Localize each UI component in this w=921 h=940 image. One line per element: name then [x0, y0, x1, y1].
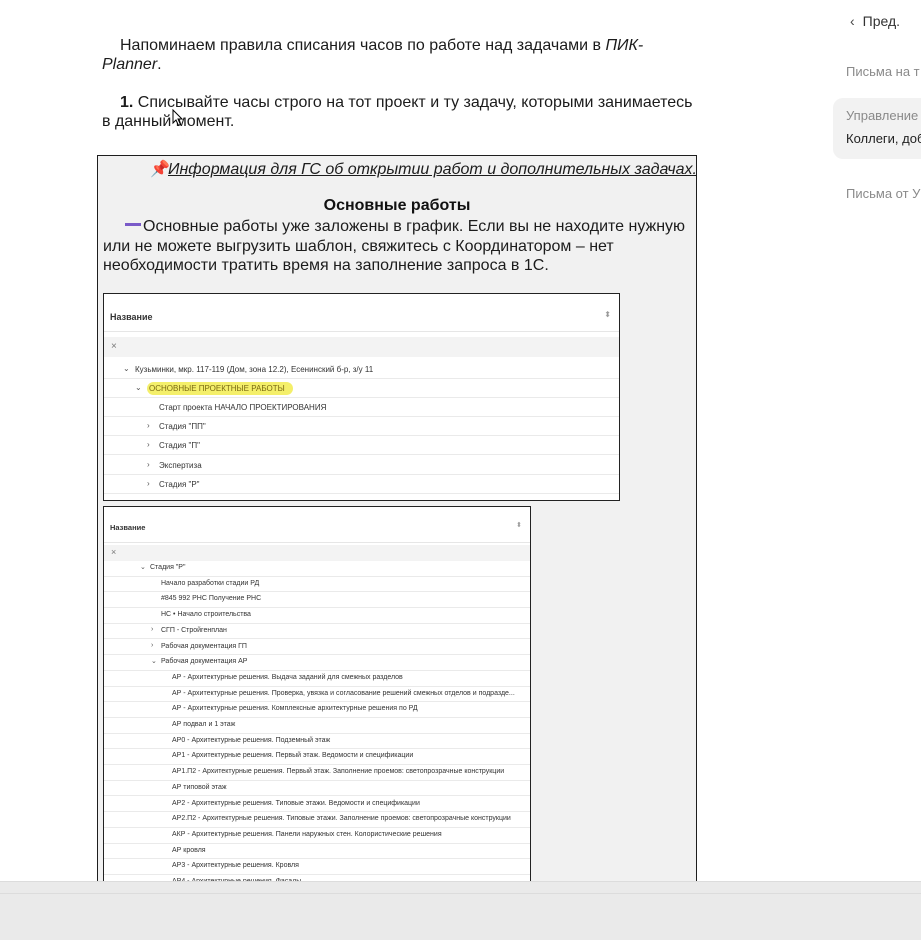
chevron-down-icon[interactable]: ⌄ [135, 383, 142, 392]
clear-filter-icon: × [111, 341, 117, 352]
clear-filter-icon: × [111, 547, 117, 557]
related-mail-3[interactable]: Письма от У [846, 186, 920, 201]
card-title: Управление [846, 108, 919, 123]
row-label: АР2 - Архитектурные решения. Типовые эта… [172, 799, 420, 807]
table-row[interactable]: › Стадия "ПП" [104, 417, 619, 437]
row-label: АР типовой этаж [172, 783, 227, 791]
row-label: Рабочая документация АР [161, 658, 248, 666]
row-label: Стадия "Р" [150, 564, 186, 571]
table-header: Название ⬍ [104, 294, 619, 332]
row-label: Рабочая документация ГП [161, 642, 247, 650]
chevron-right-icon[interactable]: › [151, 642, 153, 649]
table-row[interactable]: ⌄ Кузьминки, мкр. 117-119 (Дом, зона 12.2… [104, 360, 619, 379]
chevron-right-icon[interactable]: › [147, 440, 150, 449]
chevron-right-icon[interactable]: › [151, 626, 153, 633]
row-label: Стадия "Р" [159, 479, 200, 489]
prev-button[interactable]: ‹ Пред. [850, 13, 900, 29]
box-title: Основные работы [323, 197, 471, 214]
row-label: СГП - Стройгенплан [161, 626, 227, 634]
row-label: АР кровля [172, 846, 206, 854]
reminder-text: Напоминаем правила списания часов по раб… [120, 37, 606, 54]
chevron-left-icon: ‹ [850, 13, 855, 29]
pushpin-icon: 📌 [150, 161, 170, 178]
row-label: АР - Архитектурные решения. Проверка, ув… [172, 689, 515, 697]
table-row[interactable]: АР типовой этаж [104, 781, 530, 797]
filter-row: × [104, 545, 530, 561]
table-row[interactable]: › Стадия "П" [104, 436, 619, 456]
row-label: АР подвал и 1 этаж [172, 721, 236, 728]
related-mail-card[interactable]: Управление Коллеги, доб [833, 98, 921, 159]
chevron-right-icon[interactable]: › [147, 479, 150, 488]
filter-row: × [104, 337, 619, 357]
divider [0, 893, 921, 894]
table-row[interactable]: АР подвал и 1 этаж [104, 718, 530, 734]
table-row[interactable]: Начало разработки стадии РД [104, 577, 530, 593]
table-header: Название ⬍ [104, 507, 530, 543]
table-row[interactable]: АР2.П2 - Архитектурные решения. Типовые … [104, 812, 530, 828]
bottom-bar [0, 881, 921, 940]
table-row[interactable]: › Рабочая документация ГП [104, 640, 530, 656]
row-label: АР3 - Архитектурные решения. Кровля [172, 862, 299, 870]
chevron-down-icon[interactable]: ⌄ [140, 563, 146, 571]
table-row[interactable]: › Экспертиза [104, 456, 619, 475]
table-row[interactable]: ⌄ Рабочая документация АР [104, 655, 530, 671]
row-label: Экспертиза [159, 460, 202, 470]
rule-1-paragraph: 1. Списывайте часы строго на тот проект … [102, 93, 702, 131]
table-row[interactable]: АР1.П2 - Архитектурные решения. Первый э… [104, 765, 530, 781]
related-mail-1[interactable]: Письма на т [846, 64, 920, 79]
row-label: ОСНОВНЫЕ ПРОЕКТНЫЕ РАБОТЫ [147, 382, 293, 396]
mail-body: Напоминаем правила списания часов по раб… [0, 0, 820, 881]
row-label: Стадия "ПП" [159, 422, 206, 432]
table-row[interactable]: › СГП - Стройгенплан [104, 624, 530, 640]
table-row[interactable]: АКР - Архитектурные решения. Панели нару… [104, 828, 530, 844]
table-row[interactable]: АР3 - Архитектурные решения. Кровля [104, 859, 530, 875]
table-row[interactable]: Старт проекта НАЧАЛО ПРОЕКТИРОВАНИЯ [104, 398, 619, 418]
row-label: НС • Начало строительства [161, 611, 251, 619]
mouse-cursor-icon [172, 109, 184, 127]
chevron-down-icon[interactable]: ⌄ [151, 657, 157, 665]
column-title: Название [110, 312, 153, 322]
row-label: #845 992 РНС Получение РНС [161, 595, 262, 603]
table-row[interactable]: НС • Начало строительства [104, 608, 530, 624]
planner-screenshot-2: Название ⬍ × ⌄ Стадия "Р" Начало разработк… [103, 506, 531, 881]
info-link[interactable]: 📌Информация для ГС об открытии работ и д… [150, 159, 697, 179]
table-row[interactable]: АР - Архитектурные решения. Комплексные … [104, 702, 530, 718]
card-subtitle: Коллеги, доб [846, 131, 921, 146]
row-label: Кузьминки, мкр. 117-119 (Дом, зона 12.2)… [135, 365, 374, 374]
dash-icon [125, 223, 141, 227]
box-text: Основные работы уже заложены в график. Е… [103, 218, 686, 274]
rule-number: 1. [120, 94, 134, 111]
rule-text: Списывайте часы строго на тот проект и т… [102, 94, 693, 130]
side-panel: ‹ Пред. Письма на т Управление Коллеги, д… [820, 0, 921, 881]
table-row[interactable]: АР кровля [104, 844, 530, 860]
row-label: АР0 - Архитектурные решения. Подземный э… [172, 736, 331, 744]
row-label: Стадия "П" [159, 441, 200, 451]
table-row[interactable]: #845 992 РНС Получение РНС [104, 592, 530, 609]
info-box: 📌Информация для ГС об открытии работ и д… [97, 155, 697, 881]
row-label: АР - Архитектурные решения. Выдача задан… [172, 673, 403, 681]
chevron-right-icon[interactable]: › [147, 421, 150, 430]
row-label: АР - Архитектурные решения. Комплексные … [172, 705, 418, 713]
column-title: Название [110, 523, 146, 532]
row-label: АР1 - Архитектурные решения. Первый этаж… [172, 752, 414, 760]
chevron-down-icon[interactable]: ⌄ [123, 364, 130, 373]
table-row[interactable]: ⌄ ОСНОВНЫЕ ПРОЕКТНЫЕ РАБОТЫ [104, 379, 619, 399]
table-row[interactable]: АР2 - Архитектурные решения. Типовые эта… [104, 797, 530, 813]
row-label: Начало разработки стадии РД [161, 579, 260, 587]
table-row[interactable]: › Стадия "Р" [104, 475, 619, 494]
planner-screenshot-1: Название ⬍ × ⌄ Кузьминки, мкр. 117-119 (Д… [103, 293, 620, 501]
row-label: АКР - Архитектурные решения. Панели нару… [172, 830, 442, 838]
chevron-right-icon[interactable]: › [147, 460, 150, 469]
table-row[interactable]: АР - Архитектурные решения. Проверка, ув… [104, 687, 530, 703]
reminder-paragraph: Напоминаем правила списания часов по раб… [102, 37, 644, 73]
row-label: АР2.П2 - Архитектурные решения. Типовые … [172, 815, 511, 823]
table-row[interactable]: ⌄ Стадия "Р" [104, 561, 530, 577]
sort-icon: ⬍ [604, 310, 611, 319]
table-row[interactable]: АР0 - Архитектурные решения. Подземный э… [104, 734, 530, 750]
sort-icon: ⬍ [516, 522, 522, 529]
table-row[interactable]: АР - Архитектурные решения. Выдача задан… [104, 671, 530, 687]
table-row[interactable]: АР1 - Архитектурные решения. Первый этаж… [104, 749, 530, 766]
row-label: Старт проекта НАЧАЛО ПРОЕКТИРОВАНИЯ [159, 403, 327, 413]
row-label: АР1.П2 - Архитектурные решения. Первый э… [172, 768, 505, 776]
